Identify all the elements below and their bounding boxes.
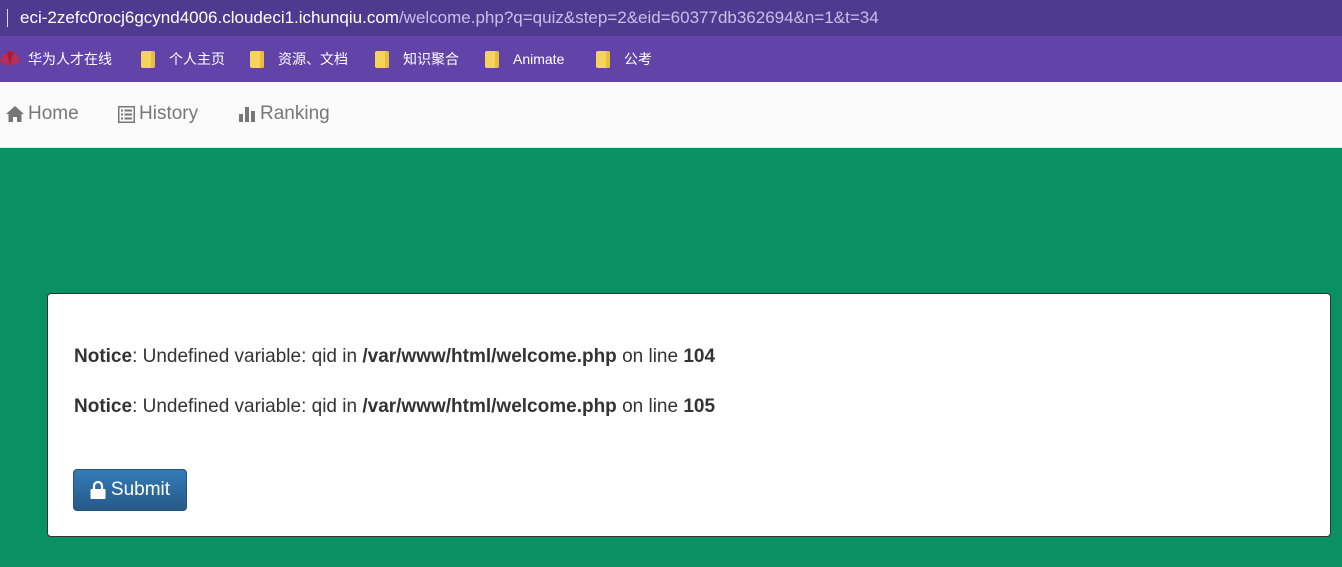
submit-button[interactable]: Submit	[73, 469, 187, 511]
url-text[interactable]: eci-2zefc0rocj6gcynd4006.cloudeci1.ichun…	[20, 8, 879, 28]
folder-icon	[250, 50, 264, 68]
site-navbar: Home History Ranking	[0, 82, 1342, 148]
notice-on-line: on line	[616, 396, 684, 417]
bookmark-label: Animate	[513, 51, 565, 67]
notice-label: Notice	[74, 396, 133, 417]
folder-icon	[141, 50, 155, 68]
php-notice: Notice: Undefined variable: qid in /var/…	[74, 346, 715, 368]
bookmark-label: 公考	[624, 51, 652, 67]
notice-on-line: on line	[616, 346, 684, 367]
address-bar[interactable]: eci-2zefc0rocj6gcynd4006.cloudeci1.ichun…	[0, 0, 1342, 36]
quiz-panel: Notice: Undefined variable: qid in /var/…	[47, 293, 1331, 537]
text-cursor	[7, 9, 8, 27]
notice-message: : Undefined variable: qid in	[132, 346, 363, 367]
bookmarks-bar: 华为人才在线 个人主页 资源、文档 知识聚合 Animate 公考	[0, 36, 1342, 82]
nav-history-label: History	[139, 103, 199, 124]
nav-history[interactable]: History	[118, 103, 198, 125]
submit-label: Submit	[110, 479, 171, 500]
notice-file: /var/www/html/welcome.php	[362, 396, 617, 417]
bar-chart-icon	[239, 107, 255, 122]
php-notice: Notice: Undefined variable: qid in /var/…	[74, 396, 715, 418]
folder-icon	[596, 50, 610, 68]
notice-file: /var/www/html/welcome.php	[362, 346, 617, 367]
nav-ranking-label: Ranking	[260, 103, 330, 124]
bookmark-label: 知识聚合	[403, 51, 459, 67]
bookmark-gongkao[interactable]: 公考	[596, 49, 652, 69]
url-path: /welcome.php?q=quiz&step=2&eid=60377db36…	[398, 8, 879, 27]
folder-icon	[485, 50, 499, 68]
huawei-logo-icon	[0, 51, 20, 67]
nav-home[interactable]: Home	[6, 103, 79, 125]
notice-line-number: 104	[683, 346, 716, 367]
notice-line-number: 105	[683, 396, 716, 417]
notice-message: : Undefined variable: qid in	[132, 396, 363, 417]
bookmark-animate[interactable]: Animate	[485, 49, 564, 69]
nav-home-label: Home	[28, 103, 79, 124]
url-host: eci-2zefc0rocj6gcynd4006.cloudeci1.ichun…	[20, 8, 399, 27]
folder-icon	[375, 50, 389, 68]
lock-icon	[90, 481, 106, 499]
home-icon	[6, 106, 24, 122]
bookmark-knowledge[interactable]: 知识聚合	[375, 49, 459, 69]
notice-label: Notice	[74, 346, 133, 367]
bookmark-label: 个人主页	[169, 51, 225, 67]
nav-ranking[interactable]: Ranking	[238, 103, 330, 125]
bookmark-label: 华为人才在线	[28, 51, 112, 67]
bookmark-resources-docs[interactable]: 资源、文档	[250, 49, 348, 69]
list-alt-icon	[118, 105, 135, 123]
bookmark-personal-home[interactable]: 个人主页	[141, 49, 225, 69]
bookmark-label: 资源、文档	[278, 51, 348, 67]
bookmark-huawei[interactable]: 华为人才在线	[0, 49, 112, 69]
